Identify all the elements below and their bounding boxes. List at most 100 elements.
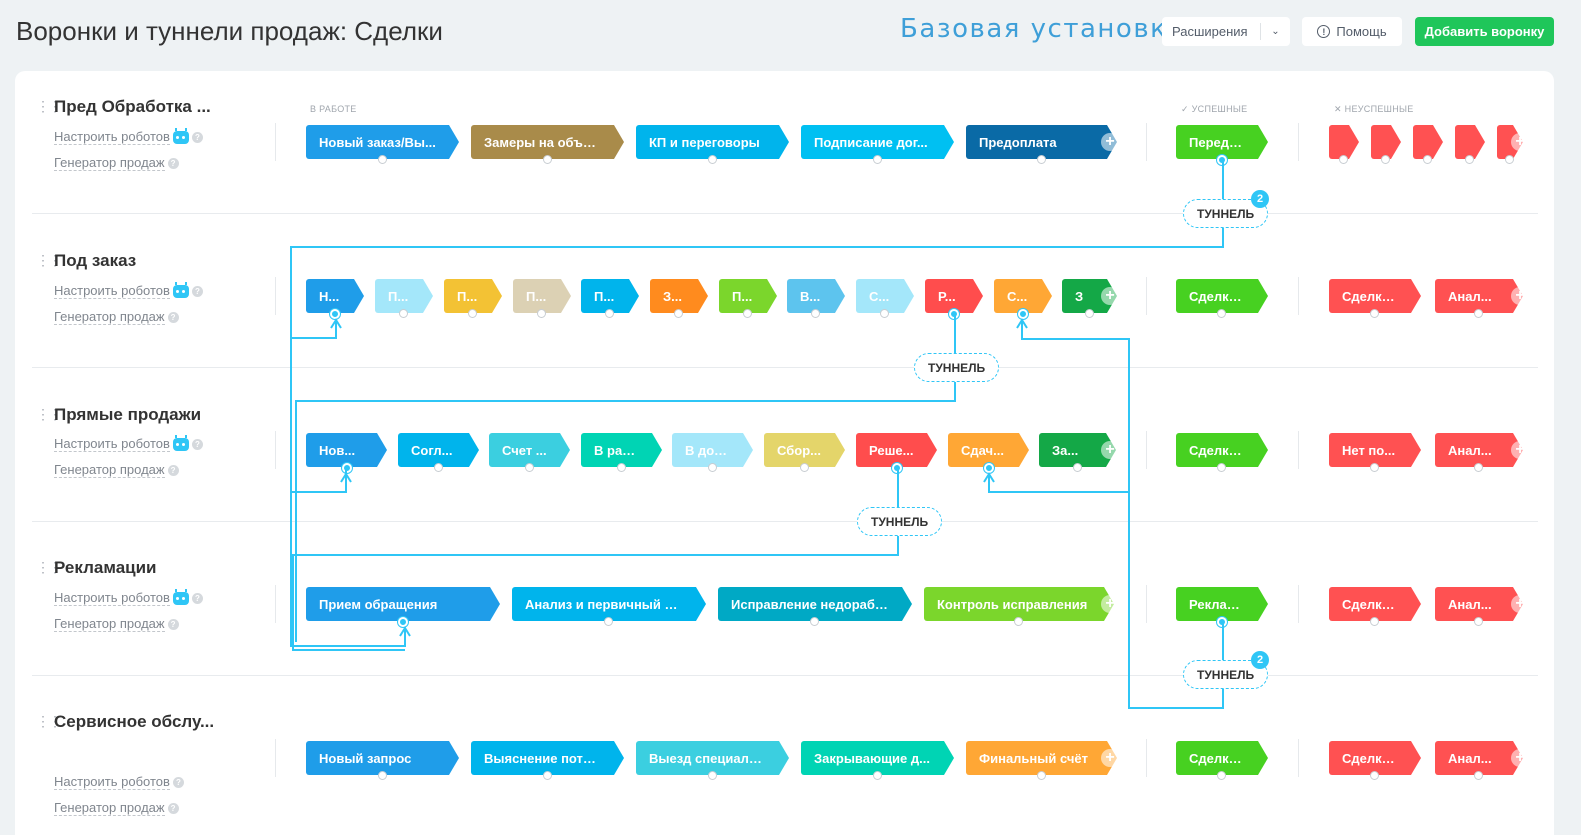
work-stage[interactable]: С... [856, 279, 914, 313]
tunnel-connector-dot[interactable] [1370, 617, 1379, 626]
configure-robots-link[interactable]: Настроить роботов? [54, 434, 203, 452]
work-stage[interactable]: Новый заказ/Вы... [306, 125, 459, 159]
success-stage[interactable]: Передач... [1176, 125, 1268, 159]
work-stage[interactable]: Новый запрос [306, 741, 459, 775]
tunnel-connector-dot[interactable] [468, 309, 477, 318]
configure-robots-link[interactable]: Настроить роботов? [54, 774, 184, 790]
tunnel-connector-dot[interactable] [810, 617, 819, 626]
tunnel-connector-dot[interactable] [1037, 771, 1046, 780]
tunnel-connector-dot[interactable] [708, 771, 717, 780]
help-question-icon[interactable]: ? [191, 285, 203, 297]
tunnel-connector-dot[interactable] [342, 463, 352, 473]
tunnel-connector-dot[interactable] [1370, 771, 1379, 780]
add-stage-icon[interactable]: + [1101, 287, 1119, 305]
fail-stage[interactable]: Нет по... [1329, 433, 1421, 467]
work-stage[interactable]: П... [581, 279, 639, 313]
tunnel-connector-dot[interactable] [1423, 155, 1432, 164]
tunnel-badge-3[interactable]: ТУННЕЛЬ [857, 507, 943, 536]
tunnel-connector-dot[interactable] [378, 771, 387, 780]
help-question-icon[interactable]: ? [191, 131, 203, 143]
help-question-icon[interactable]: ? [172, 776, 184, 788]
work-stage[interactable]: Р... [925, 279, 983, 313]
work-stage[interactable]: Контроль исправления [924, 587, 1114, 621]
tunnel-connector-dot[interactable] [543, 155, 552, 164]
add-stage-icon[interactable]: + [1101, 595, 1119, 613]
funnel-name[interactable]: Рекламации [54, 558, 157, 578]
funnel-name[interactable]: Под заказ [54, 251, 136, 271]
fail-stage[interactable]: Сделка ... [1329, 279, 1421, 313]
tunnel-connector-dot[interactable] [1217, 463, 1226, 472]
tunnel-connector-dot[interactable] [1474, 463, 1483, 472]
tunnel-connector-dot[interactable] [605, 309, 614, 318]
work-stage[interactable]: Исправление недорабо... [718, 587, 912, 621]
tunnel-connector-dot[interactable] [1073, 463, 1082, 472]
configure-robots-link[interactable]: Настроить роботов? [54, 588, 203, 606]
work-stage[interactable]: Подписание дог... [801, 125, 954, 159]
work-stage[interactable]: Реше... [856, 433, 937, 467]
success-stage[interactable]: Реклама... [1176, 587, 1268, 621]
work-stage[interactable]: Счет ... [489, 433, 570, 467]
work-stage[interactable]: Нов... [306, 433, 387, 467]
help-question-icon[interactable]: ? [167, 618, 179, 630]
work-stage[interactable]: В раб... [581, 433, 662, 467]
success-stage[interactable]: Сделка ... [1176, 433, 1268, 467]
tunnel-connector-dot[interactable] [617, 463, 626, 472]
add-stage-icon[interactable]: + [1511, 287, 1529, 305]
work-stage[interactable]: Анализ и первичный от... [512, 587, 706, 621]
work-stage[interactable]: Сдач... [948, 433, 1029, 467]
tunnel-connector-dot[interactable] [1505, 155, 1514, 164]
tunnel-connector-dot[interactable] [1037, 155, 1046, 164]
tunnel-connector-dot[interactable] [1339, 155, 1348, 164]
tunnel-connector-dot[interactable] [949, 309, 959, 319]
success-stage[interactable]: Сделка ... [1176, 741, 1268, 775]
funnel-name[interactable]: Сервисное обслу... [54, 712, 214, 732]
tunnel-connector-dot[interactable] [1217, 155, 1227, 165]
add-stage-icon[interactable]: + [1101, 749, 1119, 767]
tunnel-connector-dot[interactable] [525, 463, 534, 472]
chevron-down-icon[interactable]: ⌄ [1261, 26, 1290, 37]
tunnel-connector-dot[interactable] [398, 617, 408, 627]
tunnel-connector-dot[interactable] [604, 617, 613, 626]
add-stage-icon[interactable]: + [1101, 133, 1119, 151]
configure-robots-link[interactable]: Настроить роботов? [54, 127, 203, 145]
tunnel-connector-dot[interactable] [1085, 309, 1094, 318]
tunnel-connector-dot[interactable] [811, 309, 820, 318]
help-button[interactable]: ! Помощь [1302, 17, 1402, 46]
add-funnel-button[interactable]: Добавить воронку [1415, 17, 1554, 46]
work-stage[interactable]: Выезд специалис... [636, 741, 789, 775]
fail-stage[interactable]: Сделка ... [1329, 587, 1421, 621]
help-question-icon[interactable]: ? [167, 157, 179, 169]
tunnel-connector-dot[interactable] [378, 155, 387, 164]
tunnel-connector-dot[interactable] [1217, 309, 1226, 318]
tunnel-connector-dot[interactable] [1381, 155, 1390, 164]
tunnel-connector-dot[interactable] [1018, 309, 1028, 319]
tunnel-connector-dot[interactable] [1370, 463, 1379, 472]
fail-stage[interactable]: Анал... [1435, 433, 1523, 467]
tunnel-connector-dot[interactable] [743, 309, 752, 318]
tunnel-connector-dot[interactable] [1474, 617, 1483, 626]
tunnel-connector-dot[interactable] [708, 463, 717, 472]
tunnel-connector-dot[interactable] [1217, 617, 1227, 627]
fail-stage[interactable]: Сделка ... [1329, 741, 1421, 775]
sales-generator-link[interactable]: Генератор продаж? [54, 616, 179, 632]
work-stage[interactable]: С... [994, 279, 1052, 313]
add-stage-icon[interactable]: + [1511, 133, 1529, 151]
add-stage-icon[interactable]: + [1511, 749, 1529, 767]
tunnel-connector-dot[interactable] [708, 155, 717, 164]
fail-stage[interactable]: Анал... [1435, 741, 1523, 775]
work-stage[interactable]: П... [513, 279, 571, 313]
tunnel-connector-dot[interactable] [892, 463, 902, 473]
help-question-icon[interactable]: ? [167, 464, 179, 476]
work-stage[interactable]: П... [719, 279, 777, 313]
tunnel-connector-dot[interactable] [1474, 771, 1483, 780]
work-stage[interactable]: Закрывающие д... [801, 741, 954, 775]
add-stage-icon[interactable]: + [1511, 595, 1529, 613]
work-stage[interactable]: Финальный счёт [966, 741, 1117, 775]
sales-generator-link[interactable]: Генератор продаж? [54, 155, 179, 171]
help-question-icon[interactable]: ? [191, 592, 203, 604]
tunnel-connector-dot[interactable] [674, 309, 683, 318]
work-stage[interactable]: Н... [306, 279, 364, 313]
tunnel-connector-dot[interactable] [1014, 617, 1023, 626]
help-question-icon[interactable]: ? [167, 802, 179, 814]
work-stage[interactable]: Сбор... [764, 433, 845, 467]
